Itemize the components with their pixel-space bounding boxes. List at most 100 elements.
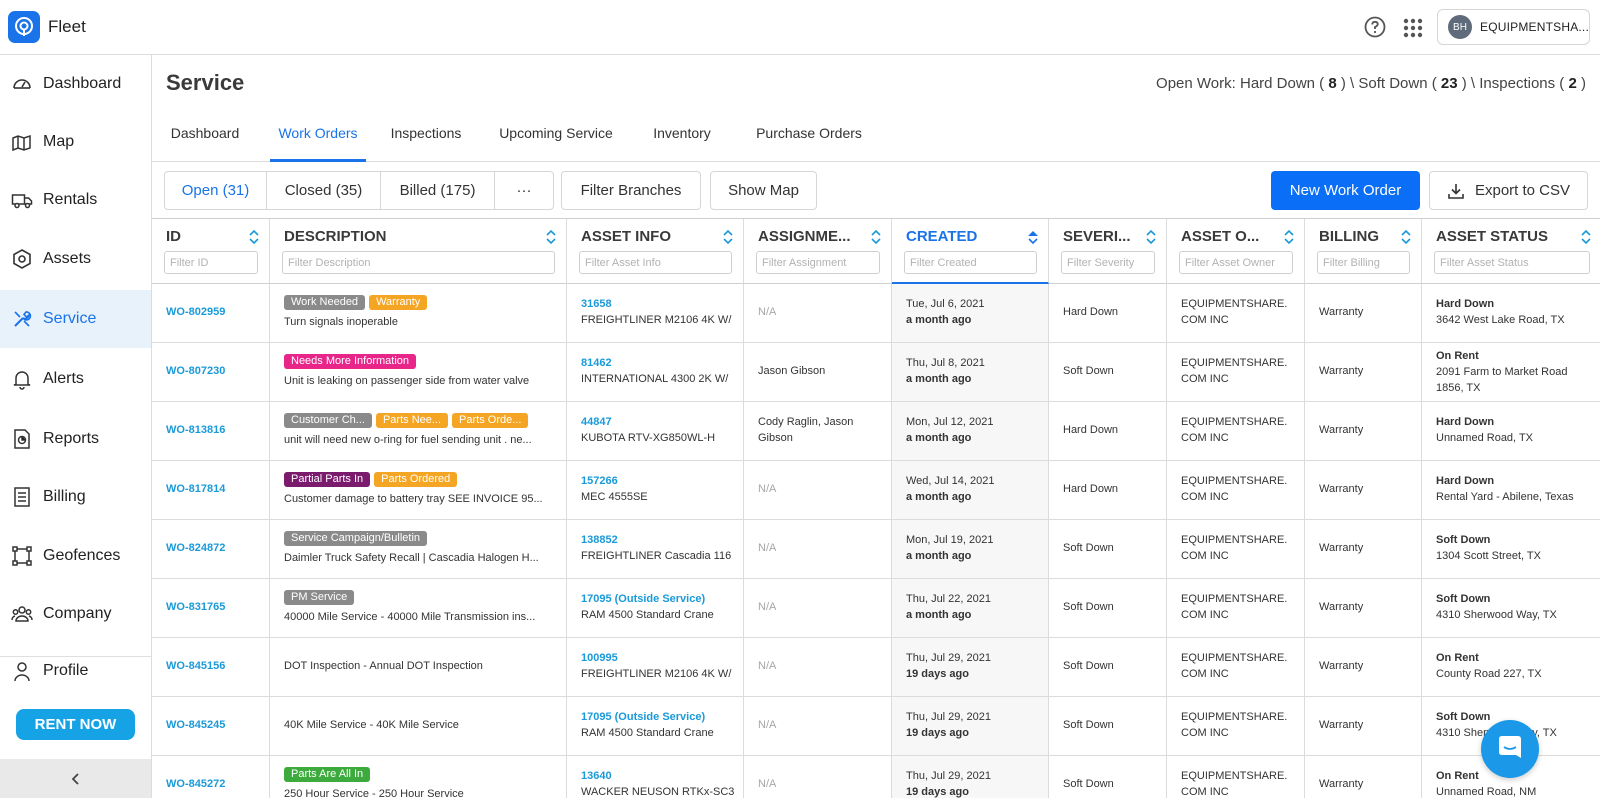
filter-created-input[interactable] bbox=[904, 251, 1037, 274]
sort-icon[interactable] bbox=[1282, 228, 1296, 246]
asset-name: FREIGHTLINER M2106 4K W/ bbox=[581, 314, 732, 326]
asset-id-link[interactable]: 44847 bbox=[581, 416, 612, 428]
column-header-assignment[interactable]: ASSIGNME... bbox=[744, 219, 892, 284]
cell-id[interactable]: WO-817814 bbox=[152, 461, 270, 520]
sort-icon[interactable] bbox=[247, 228, 261, 246]
sort-icon[interactable] bbox=[1579, 228, 1593, 246]
asset-owner-line2: COM INC bbox=[1181, 786, 1229, 798]
tab-upcoming-service[interactable]: Upcoming Service bbox=[494, 110, 618, 162]
chat-launcher-button[interactable] bbox=[1481, 720, 1539, 778]
asset-id-link[interactable]: 157266 bbox=[581, 475, 618, 487]
column-header-asset-info[interactable]: ASSET INFO bbox=[567, 219, 744, 284]
sort-icon[interactable] bbox=[544, 228, 558, 246]
sort-icon[interactable] bbox=[1144, 228, 1158, 246]
column-header-asset-owner[interactable]: ASSET O... bbox=[1167, 219, 1305, 284]
show-map-button[interactable]: Show Map bbox=[710, 171, 817, 210]
cell-id[interactable]: WO-813816 bbox=[152, 402, 270, 461]
asset-id-link[interactable]: 17095 (Outside Service) bbox=[581, 593, 705, 605]
column-header-severity[interactable]: SEVERI... bbox=[1049, 219, 1167, 284]
tab-purchase-orders[interactable]: Purchase Orders bbox=[744, 110, 874, 162]
asset-id-link[interactable]: 17095 (Outside Service) bbox=[581, 711, 705, 723]
billed-filter-button[interactable]: Billed (175) bbox=[381, 172, 495, 209]
work-order-link[interactable]: WO-817814 bbox=[166, 483, 225, 495]
work-order-link[interactable]: WO-824872 bbox=[166, 542, 225, 554]
filter-asset-info-input[interactable] bbox=[579, 251, 732, 274]
description-text: DOT Inspection - Annual DOT Inspection bbox=[284, 660, 483, 672]
asset-id-link[interactable]: 81462 bbox=[581, 357, 612, 369]
fleet-logo-icon[interactable] bbox=[8, 11, 40, 43]
sidebar-item-reports[interactable]: Reports bbox=[0, 410, 151, 468]
hard-down-count: 8 bbox=[1328, 75, 1337, 92]
geofence-icon bbox=[12, 546, 32, 566]
new-work-order-button[interactable]: New Work Order bbox=[1271, 171, 1420, 210]
closed-filter-button[interactable]: Closed (35) bbox=[267, 172, 381, 209]
description-text: Daimler Truck Safety Recall | Cascadia H… bbox=[284, 552, 539, 564]
column-header-billing[interactable]: BILLING bbox=[1305, 219, 1422, 284]
export-csv-button[interactable]: Export to CSV bbox=[1429, 171, 1588, 210]
work-order-link[interactable]: WO-831765 bbox=[166, 601, 225, 613]
filter-assignment-input[interactable] bbox=[756, 251, 880, 274]
tab-dashboard[interactable]: Dashboard bbox=[164, 110, 246, 162]
asset-id-link[interactable]: 100995 bbox=[581, 652, 618, 664]
work-order-link[interactable]: WO-807230 bbox=[166, 365, 225, 377]
cell-severity: Hard Down bbox=[1049, 402, 1167, 461]
column-header-asset-status[interactable]: ASSET STATUS bbox=[1422, 219, 1600, 284]
filter-id-input[interactable] bbox=[164, 251, 258, 274]
cell-id[interactable]: WO-802959 bbox=[152, 284, 270, 343]
tab-work-orders[interactable]: Work Orders bbox=[270, 110, 366, 162]
dashboard-icon bbox=[13, 79, 31, 89]
asset-id-link[interactable]: 31658 bbox=[581, 298, 612, 310]
asset-id-link[interactable]: 13640 bbox=[581, 770, 612, 782]
sidebar-item-service[interactable]: Service bbox=[0, 290, 151, 348]
work-order-link[interactable]: WO-813816 bbox=[166, 424, 225, 436]
sort-icon[interactable] bbox=[869, 228, 883, 246]
work-order-link[interactable]: WO-845156 bbox=[166, 660, 225, 672]
cell-id[interactable]: WO-824872 bbox=[152, 520, 270, 579]
cell-id[interactable]: WO-845245 bbox=[152, 697, 270, 756]
sidebar-item-billing[interactable]: Billing bbox=[0, 468, 151, 526]
work-order-link[interactable]: WO-845272 bbox=[166, 778, 225, 790]
asset-status: Hard Down bbox=[1436, 298, 1495, 310]
work-order-link[interactable]: WO-845245 bbox=[166, 719, 225, 731]
cell-id[interactable]: WO-831765 bbox=[152, 579, 270, 638]
filter-description-input[interactable] bbox=[282, 251, 555, 274]
sidebar-item-map[interactable]: Map bbox=[0, 113, 151, 171]
cell-id[interactable]: WO-807230 bbox=[152, 343, 270, 402]
cell-asset-status: On Rent County Road 227, TX bbox=[1422, 638, 1600, 697]
cell-asset-owner: EQUIPMENTSHARE. COM INC bbox=[1167, 520, 1305, 579]
asset-id-link[interactable]: 138852 bbox=[581, 534, 618, 546]
column-header-created[interactable]: CREATED bbox=[892, 219, 1049, 284]
filter-branches-button[interactable]: Filter Branches bbox=[561, 171, 701, 210]
cell-id[interactable]: WO-845272 bbox=[152, 756, 270, 798]
account-menu[interactable]: BH EQUIPMENTSHA... bbox=[1437, 9, 1590, 45]
column-header-id[interactable]: ID bbox=[152, 219, 270, 284]
sort-icon[interactable] bbox=[721, 228, 735, 246]
rent-now-button[interactable]: RENT NOW bbox=[16, 709, 135, 740]
tab-inspections[interactable]: Inspections bbox=[384, 110, 468, 162]
work-order-link[interactable]: WO-802959 bbox=[166, 306, 225, 318]
filter-asset-status-input[interactable] bbox=[1434, 251, 1590, 274]
asset-status: Hard Down bbox=[1436, 416, 1495, 428]
sidebar-item-rentals[interactable]: Rentals bbox=[0, 171, 151, 229]
sidebar-item-geofences[interactable]: Geofences bbox=[0, 527, 151, 585]
created-ago: a month ago bbox=[906, 550, 972, 562]
sidebar-item-dashboard[interactable]: Dashboard bbox=[0, 55, 151, 113]
sidebar-item-alerts[interactable]: Alerts bbox=[0, 350, 151, 408]
sort-icon[interactable] bbox=[1026, 228, 1040, 246]
filter-severity-input[interactable] bbox=[1061, 251, 1155, 274]
asset-owner-line1: EQUIPMENTSHARE. bbox=[1181, 652, 1288, 664]
column-header-description[interactable]: DESCRIPTION bbox=[270, 219, 567, 284]
sidebar-item-assets[interactable]: Assets bbox=[0, 230, 151, 288]
help-icon[interactable] bbox=[1364, 16, 1386, 38]
asset-owner-line1: EQUIPMENTSHARE. bbox=[1181, 475, 1288, 487]
filter-billing-input[interactable] bbox=[1317, 251, 1410, 274]
sidebar-collapse-button[interactable] bbox=[0, 759, 151, 798]
cell-id[interactable]: WO-845156 bbox=[152, 638, 270, 697]
filter-asset-owner-input[interactable] bbox=[1179, 251, 1293, 274]
more-options-button[interactable]: ··· bbox=[495, 172, 553, 209]
apps-grid-icon[interactable] bbox=[1402, 17, 1424, 39]
open-filter-button[interactable]: Open (31) bbox=[165, 172, 267, 209]
tab-inventory[interactable]: Inventory bbox=[644, 110, 720, 162]
sidebar-item-company[interactable]: Company bbox=[0, 585, 151, 643]
sort-icon[interactable] bbox=[1399, 228, 1413, 246]
